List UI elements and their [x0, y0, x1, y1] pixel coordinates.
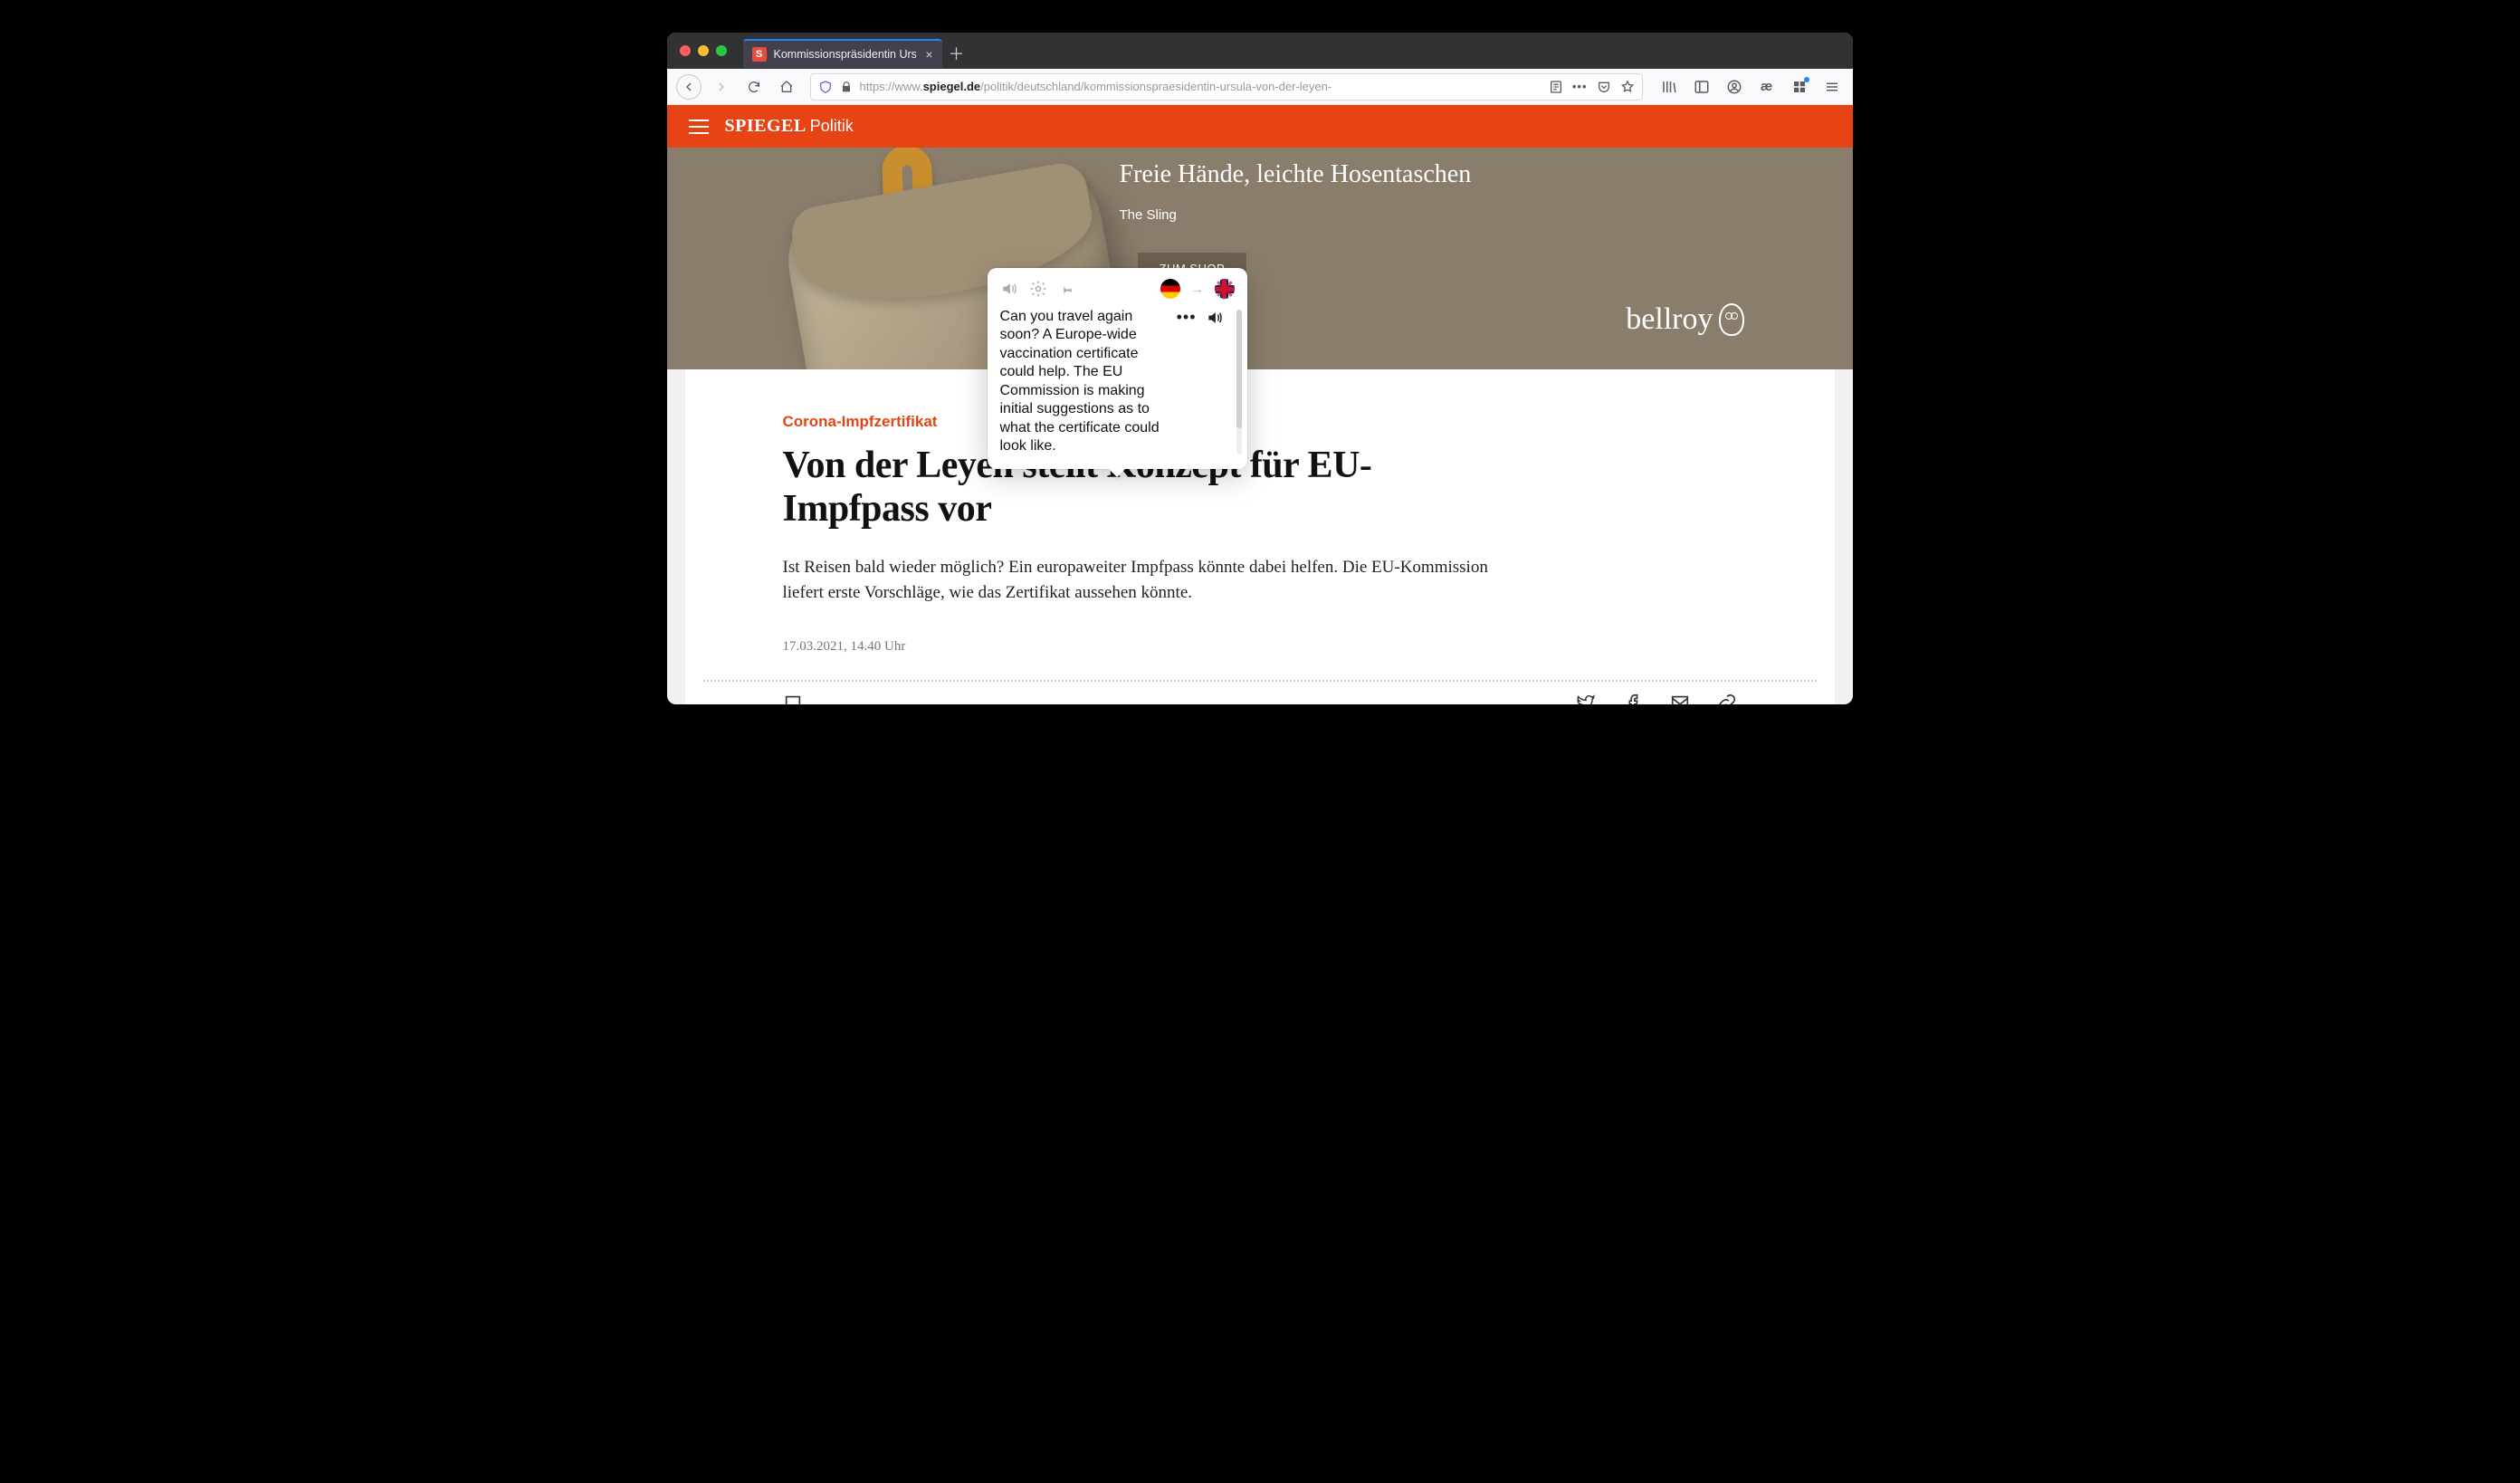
- popup-speaker-target-icon[interactable]: [1206, 309, 1224, 327]
- reader-mode-icon[interactable]: [1549, 80, 1563, 94]
- app-menu-icon[interactable]: [1820, 75, 1844, 99]
- tab-strip: S Kommissionspräsidentin Ursula × ＋: [667, 33, 1853, 69]
- account-icon[interactable]: [1723, 75, 1746, 99]
- page-actions-icon[interactable]: •••: [1572, 80, 1588, 93]
- shield-icon[interactable]: [818, 80, 833, 94]
- ad-headline: Freie Hände, leichte Hosentaschen: [1120, 160, 1472, 189]
- home-button[interactable]: [774, 74, 799, 100]
- window-minimize-button[interactable]: [698, 45, 709, 56]
- ad-brand-logo: bellroy: [1626, 302, 1743, 337]
- library-icon[interactable]: [1657, 75, 1681, 99]
- popup-pin-icon[interactable]: [1058, 281, 1074, 297]
- page-viewport: SPIEGELPolitik Freie Hände, leichte Hose…: [667, 105, 1853, 704]
- extension-ae-icon[interactable]: æ: [1755, 75, 1779, 99]
- article: Corona-Impfzertifikat Von der Leyen stel…: [685, 369, 1835, 704]
- window-close-button[interactable]: [680, 45, 691, 56]
- toolbar-right-icons: æ: [1657, 75, 1844, 99]
- extension-puzzle-icon[interactable]: [1788, 75, 1811, 99]
- ad-subhead: The Sling: [1120, 207, 1177, 223]
- window-controls: [680, 45, 727, 56]
- forward-button: [709, 74, 734, 100]
- facebook-icon[interactable]: [1623, 693, 1643, 704]
- article-lede: Ist Reisen bald wieder möglich? Ein euro…: [783, 555, 1489, 607]
- translation-text: Can you travel again soon? A Europe-wide…: [1000, 308, 1171, 456]
- article-kicker: Corona-Impfzertifikat: [783, 413, 1737, 431]
- navigation-toolbar: https://www.spiegel.de/politik/deutschla…: [667, 69, 1853, 105]
- popup-speaker-source-icon[interactable]: [1000, 280, 1018, 298]
- pocket-icon[interactable]: [1597, 80, 1611, 94]
- copy-link-icon[interactable]: [1717, 693, 1737, 704]
- tab-favicon: S: [752, 47, 767, 62]
- back-button[interactable]: [676, 74, 702, 100]
- twitter-icon[interactable]: [1576, 693, 1596, 704]
- ad-banner[interactable]: Freie Hände, leichte Hosentaschen The Sl…: [667, 148, 1853, 369]
- comments-icon[interactable]: [783, 693, 803, 704]
- translation-popup: → Can you travel again soon? A Europe-wi…: [988, 268, 1247, 469]
- site-brand[interactable]: SPIEGELPolitik: [725, 116, 854, 137]
- site-header: SPIEGELPolitik: [667, 105, 1853, 148]
- source-lang-flag-de[interactable]: [1160, 279, 1180, 299]
- bookmark-star-icon[interactable]: [1620, 80, 1635, 94]
- sidebar-icon[interactable]: [1690, 75, 1713, 99]
- window-maximize-button[interactable]: [716, 45, 727, 56]
- browser-tab[interactable]: S Kommissionspräsidentin Ursula ×: [743, 39, 942, 68]
- tab-title: Kommissionspräsidentin Ursula: [774, 48, 917, 61]
- url-text: https://www.spiegel.de/politik/deutschla…: [860, 80, 1542, 93]
- target-lang-flag-en[interactable]: [1215, 279, 1235, 299]
- site-menu-button[interactable]: [689, 120, 709, 134]
- popup-more-icon[interactable]: •••: [1177, 308, 1197, 327]
- lock-icon[interactable]: [840, 81, 853, 93]
- popup-settings-icon[interactable]: [1029, 280, 1047, 298]
- browser-window: S Kommissionspräsidentin Ursula × ＋: [667, 33, 1853, 704]
- new-tab-button[interactable]: ＋: [942, 39, 971, 68]
- email-icon[interactable]: [1670, 693, 1690, 704]
- article-timestamp: 17.03.2021, 14.40 Uhr: [783, 639, 1737, 655]
- share-row: [783, 682, 1737, 704]
- reload-button[interactable]: [741, 74, 767, 100]
- tab-close-button[interactable]: ×: [923, 47, 934, 62]
- popup-scrollbar[interactable]: [1236, 310, 1242, 454]
- address-bar[interactable]: https://www.spiegel.de/politik/deutschla…: [810, 73, 1643, 100]
- lang-arrow-icon: →: [1191, 282, 1204, 296]
